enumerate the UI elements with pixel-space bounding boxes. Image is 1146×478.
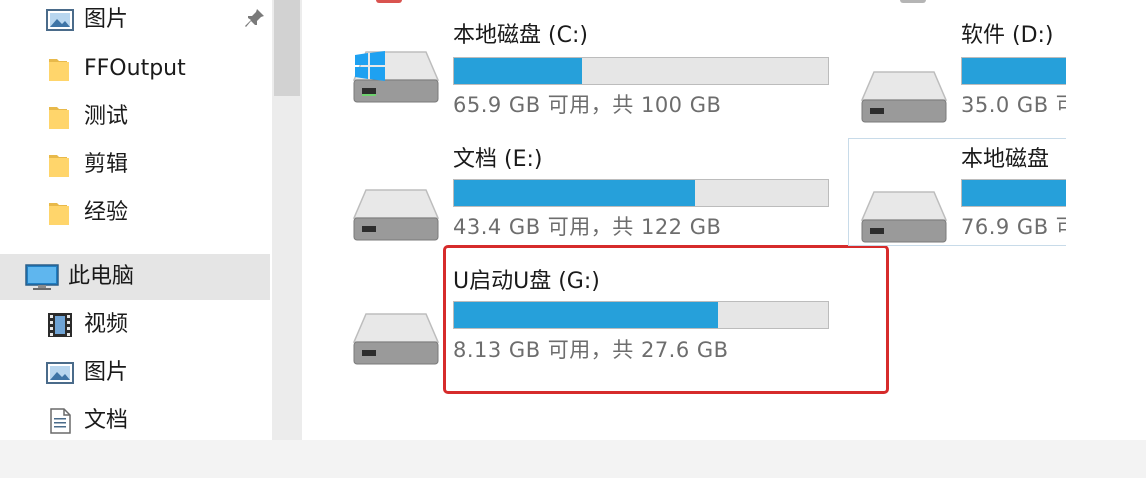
drive-usage-bar	[453, 179, 829, 207]
bottom-area	[0, 440, 1146, 478]
sidebar-item-editing[interactable]: 剪辑	[0, 142, 270, 188]
sidebar-item-experience[interactable]: 经验	[0, 190, 270, 236]
cropped-icon-top	[376, 0, 402, 3]
drive-usage-fill	[454, 180, 695, 206]
drive-tile-e[interactable]: 文档 (E:) 43.4 GB 可用，共 122 GB	[352, 144, 832, 244]
sidebar-item-pictures[interactable]: 图片	[0, 350, 270, 396]
videos-icon	[48, 313, 72, 337]
drive-name: 文档 (E:)	[453, 147, 543, 172]
cropped-icon-top	[900, 0, 926, 3]
navigation-pane: 图片 FFOutput 测试 剪辑 经验 此电脑 视频 图片 文档	[0, 0, 300, 440]
drive-usage-bar	[453, 57, 829, 85]
sidebar-item-label: 图片	[84, 7, 129, 32]
windows-logo-icon	[355, 51, 385, 81]
hard-drive-icon	[352, 189, 440, 241]
drive-size-text: 43.4 GB 可用，共 122 GB	[453, 215, 722, 239]
documents-icon	[50, 408, 71, 434]
sidebar-item-documents[interactable]: 文档	[0, 398, 270, 444]
hard-drive-icon	[352, 313, 440, 365]
sidebar-item-test[interactable]: 测试	[0, 94, 270, 140]
drive-tile-c[interactable]: 本地磁盘 (C:) 65.9 GB 可用，共 100 GB	[352, 20, 832, 120]
drive-size-text: 35.0 GB 可	[961, 93, 1078, 117]
content-edge	[1066, 0, 1146, 440]
drive-name: 软件 (D:)	[961, 23, 1054, 48]
pictures-icon	[46, 362, 74, 384]
sidebar-item-label: 视频	[84, 312, 129, 337]
folder-icon	[49, 59, 69, 81]
sidebar-item-label: 此电脑	[68, 264, 135, 289]
folder-icon	[49, 203, 69, 225]
sidebar-item-this-pc[interactable]: 此电脑	[0, 254, 270, 300]
sidebar-item-label: 经验	[84, 200, 129, 225]
hard-drive-icon	[860, 71, 948, 123]
sidebar-scrollbar-thumb[interactable]	[274, 0, 300, 96]
this-pc-icon	[25, 264, 59, 290]
drive-name: 本地磁盘	[961, 147, 1050, 172]
sidebar-item-videos[interactable]: 视频	[0, 302, 270, 348]
sidebar-item-label: FFOutput	[84, 56, 186, 81]
drive-size-text: 65.9 GB 可用，共 100 GB	[453, 93, 722, 117]
sidebar-item-ffoutput[interactable]: FFOutput	[0, 46, 270, 92]
drive-usage-fill	[454, 58, 582, 84]
sidebar-item-label: 测试	[84, 104, 129, 129]
hard-drive-icon	[860, 191, 948, 243]
sidebar-item-label: 文档	[84, 408, 129, 433]
drive-size-text: 76.9 GB 可	[961, 215, 1078, 239]
folder-icon	[49, 155, 69, 177]
pictures-icon	[46, 9, 74, 31]
folder-icon	[49, 107, 69, 129]
highlight-annotation-box	[443, 245, 889, 394]
sidebar-item-pictures-quick[interactable]: 图片	[0, 0, 270, 43]
sidebar-item-label: 剪辑	[84, 152, 129, 177]
sidebar-item-label: 图片	[84, 360, 129, 385]
drive-name: 本地磁盘 (C:)	[453, 23, 588, 48]
pin-icon[interactable]	[244, 7, 266, 29]
